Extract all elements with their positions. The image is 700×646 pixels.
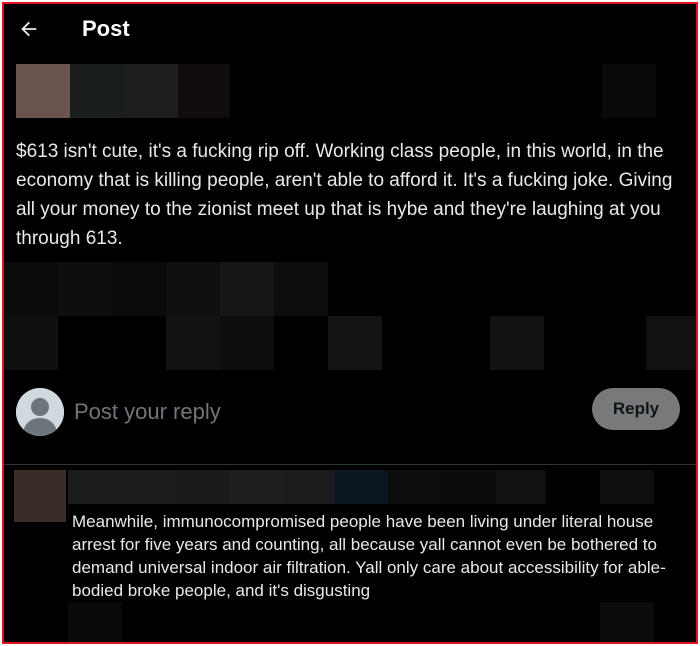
pixel-block <box>328 316 382 370</box>
pixel-block <box>284 470 334 504</box>
default-avatar-icon <box>16 388 64 436</box>
pixel-block <box>68 470 122 504</box>
reply-post[interactable]: Meanwhile, immunocompromised people have… <box>4 466 696 642</box>
pixel-block <box>68 602 122 642</box>
header: Post <box>4 4 696 54</box>
pixel-block <box>112 262 166 316</box>
reply-composer: Post your reply Reply <box>4 380 696 460</box>
pixel-block <box>124 64 178 118</box>
pixel-block <box>166 262 220 316</box>
reply-button[interactable]: Reply <box>592 388 680 430</box>
pixel-block <box>220 316 274 370</box>
reply-avatar-censored <box>14 470 66 522</box>
pixel-block <box>442 470 496 504</box>
pixel-block <box>166 316 220 370</box>
post-detail-screen: Post $613 isn't cute, it's a fucking rip… <box>2 2 698 644</box>
pixel-block <box>178 64 230 118</box>
pixel-block <box>122 470 176 504</box>
pixel-block <box>388 470 442 504</box>
pixel-block <box>176 470 230 504</box>
post-text: $613 isn't cute, it's a fucking rip off.… <box>16 141 673 249</box>
pixel-block <box>230 470 284 504</box>
page-title: Post <box>82 16 130 41</box>
pixel-block <box>220 262 274 316</box>
pixel-block <box>600 470 654 504</box>
avatar <box>16 388 64 436</box>
reply-text: Meanwhile, immunocompromised people have… <box>72 512 666 600</box>
author-avatar-censored <box>16 64 70 118</box>
arrow-left-icon <box>21 21 37 37</box>
pixel-block <box>70 64 124 118</box>
pixel-block <box>600 602 654 642</box>
reply-input[interactable]: Post your reply <box>74 394 554 430</box>
divider <box>4 464 696 465</box>
pixel-block <box>58 262 112 316</box>
pixel-block <box>274 262 328 316</box>
pixel-block <box>4 262 58 316</box>
pixel-block <box>490 316 544 370</box>
pixel-block <box>602 64 656 118</box>
pixel-block <box>4 316 58 370</box>
author-info-censored <box>16 64 696 118</box>
post-media-censored <box>4 262 696 372</box>
pixel-block <box>646 316 696 370</box>
back-button[interactable] <box>14 14 44 44</box>
pixel-block <box>334 470 388 504</box>
pixel-block <box>496 470 546 504</box>
